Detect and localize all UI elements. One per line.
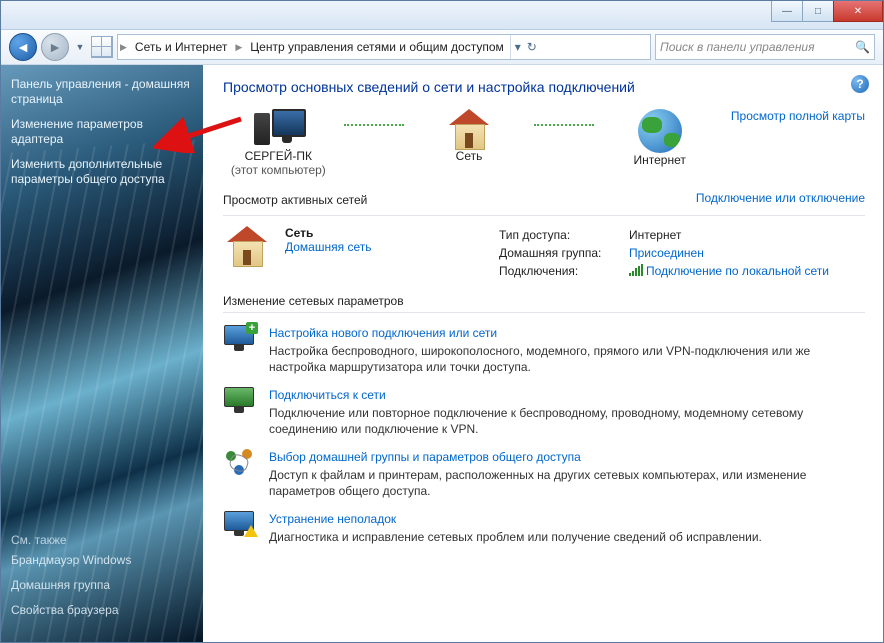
control-panel-icon xyxy=(91,36,113,58)
connections-label: Подключения: xyxy=(499,262,629,280)
homegroup-label: Домашняя группа: xyxy=(499,244,629,262)
breadcrumb-dropdown-icon[interactable]: ▾ xyxy=(515,40,521,54)
access-type-value: Интернет xyxy=(629,226,681,244)
breadcrumb-item-sharing-center[interactable]: Центр управления сетями и общим доступом xyxy=(244,35,510,59)
active-network-row: Сеть Домашняя сеть Тип доступа:Интернет … xyxy=(223,226,865,280)
connect-network-desc: Подключение или повторное подключение к … xyxy=(269,405,865,437)
full-map-link[interactable]: Просмотр полной карты xyxy=(731,109,865,123)
maximize-button[interactable]: □ xyxy=(802,1,834,22)
map-node-pc-sub: (этот компьютер) xyxy=(223,163,334,177)
troubleshoot-desc: Диагностика и исправление сетевых пробле… xyxy=(269,529,865,545)
nav-back-button[interactable]: ◄ xyxy=(9,33,37,61)
sidebar: Панель управления - домашняя страница Из… xyxy=(1,65,203,642)
search-icon: 🔍 xyxy=(855,40,870,54)
active-networks-heading: Просмотр активных сетей xyxy=(223,193,367,207)
chevron-right-icon: ▶ xyxy=(118,42,129,53)
map-node-pc-label: СЕРГЕЙ-ПК xyxy=(223,149,334,163)
computer-icon xyxy=(254,109,302,149)
titlebar: — □ ✕ xyxy=(1,1,883,30)
globe-icon xyxy=(638,109,682,153)
map-connector xyxy=(344,109,404,141)
map-node-net-label: Сеть xyxy=(414,149,525,163)
map-node-internet: Интернет xyxy=(604,109,715,167)
sidebar-item-advanced-sharing[interactable]: Изменить дополнительные параметры общего… xyxy=(11,157,193,187)
homegroup-settings-link[interactable]: Выбор домашней группы и параметров общег… xyxy=(269,449,865,465)
sidebar-item-adapter-settings[interactable]: Изменение параметров адаптера xyxy=(11,117,193,147)
search-input[interactable]: Поиск в панели управления 🔍 xyxy=(655,34,875,60)
map-node-this-pc: СЕРГЕЙ-ПК (этот компьютер) xyxy=(223,109,334,177)
signal-icon xyxy=(629,264,643,276)
connect-network-link[interactable]: Подключиться к сети xyxy=(269,387,865,403)
network-name: Сеть xyxy=(285,226,313,240)
see-also-heading: См. также xyxy=(11,533,131,547)
minimize-button[interactable]: — xyxy=(771,1,803,22)
close-button[interactable]: ✕ xyxy=(833,1,883,22)
connect-disconnect-link[interactable]: Подключение или отключение xyxy=(696,191,865,205)
network-map: СЕРГЕЙ-ПК (этот компьютер) Сеть Интернет… xyxy=(223,109,865,177)
network-details: Тип доступа:Интернет Домашняя группа:При… xyxy=(499,226,865,280)
access-type-label: Тип доступа: xyxy=(499,226,629,244)
divider xyxy=(223,215,865,216)
map-node-network: Сеть xyxy=(414,109,525,163)
content: ? Просмотр основных сведений о сети и на… xyxy=(203,65,883,642)
new-connection-icon: + xyxy=(224,325,254,351)
troubleshoot-icon xyxy=(224,511,254,535)
breadcrumb-item-network[interactable]: Сеть и Интернет xyxy=(129,35,233,59)
network-type-link[interactable]: Домашняя сеть xyxy=(285,240,485,254)
homegroup-link[interactable]: Присоединен xyxy=(629,246,704,260)
sidebar-home-link[interactable]: Панель управления - домашняя страница xyxy=(11,77,193,107)
map-connector xyxy=(534,109,594,141)
connect-network-icon xyxy=(224,387,254,413)
option-homegroup: Выбор домашней группы и параметров общег… xyxy=(223,449,865,499)
troubleshoot-link[interactable]: Устранение неполадок xyxy=(269,511,865,527)
option-troubleshoot: Устранение неполадок Диагностика и испра… xyxy=(223,511,865,545)
chevron-right-icon: ▶ xyxy=(233,42,244,53)
search-placeholder: Поиск в панели управления xyxy=(660,40,815,54)
change-settings-heading: Изменение сетевых параметров xyxy=(223,294,865,308)
house-icon xyxy=(447,109,491,149)
see-also-homegroup[interactable]: Домашняя группа xyxy=(11,578,131,593)
help-icon[interactable]: ? xyxy=(851,75,869,93)
window: — □ ✕ ◄ ► ▼ ▶ Сеть и Интернет ▶ Центр уп… xyxy=(0,0,884,643)
connection-link[interactable]: Подключение по локальной сети xyxy=(646,264,829,278)
page-title: Просмотр основных сведений о сети и наст… xyxy=(223,79,865,95)
map-node-inet-label: Интернет xyxy=(604,153,715,167)
nav-forward-button[interactable]: ► xyxy=(41,33,69,61)
see-also-firewall[interactable]: Брандмауэр Windows xyxy=(11,553,131,568)
see-also-browser[interactable]: Свойства браузера xyxy=(11,603,131,618)
refresh-icon[interactable]: ↻ xyxy=(527,40,537,54)
divider xyxy=(223,312,865,313)
homegroup-settings-desc: Доступ к файлам и принтерам, расположенн… xyxy=(269,467,865,499)
navbar: ◄ ► ▼ ▶ Сеть и Интернет ▶ Центр управлен… xyxy=(1,30,883,65)
nav-history-dropdown[interactable]: ▼ xyxy=(73,35,87,59)
new-connection-link[interactable]: Настройка нового подключения или сети xyxy=(269,325,865,341)
network-category-icon xyxy=(223,226,271,274)
new-connection-desc: Настройка беспроводного, широкополосного… xyxy=(269,343,865,375)
breadcrumb[interactable]: ▶ Сеть и Интернет ▶ Центр управления сет… xyxy=(117,34,651,60)
option-connect-network: Подключиться к сети Подключение или повт… xyxy=(223,387,865,437)
sidebar-see-also: См. также Брандмауэр Windows Домашняя гр… xyxy=(11,533,131,628)
option-new-connection: + Настройка нового подключения или сети … xyxy=(223,325,865,375)
homegroup-icon xyxy=(224,449,254,475)
